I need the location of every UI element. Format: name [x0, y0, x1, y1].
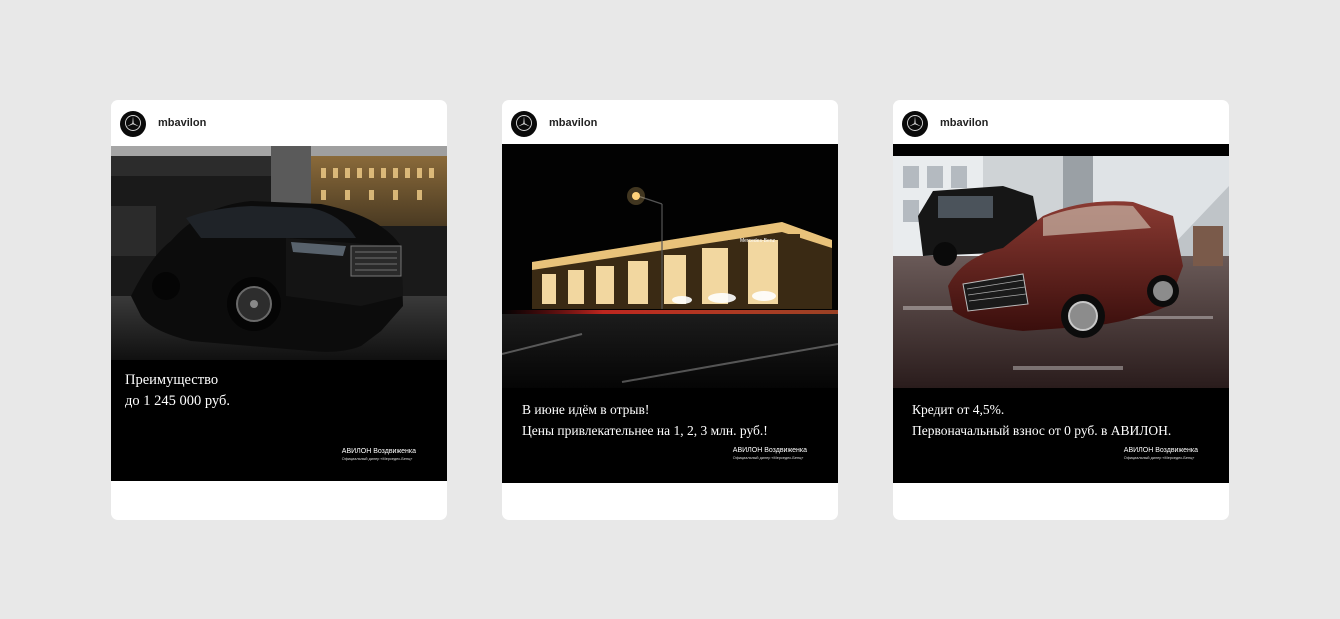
post-headline: В июне идём в отрыв! Цены привлекательне…	[522, 399, 768, 441]
username[interactable]: mbavilon	[940, 117, 988, 129]
mercedes-star-icon	[125, 115, 141, 131]
dealer-signature: АВИЛОН Воздвиженка Официальный дилер «Ме…	[733, 446, 807, 461]
post-headline: Преимущество до 1 245 000 руб.	[125, 370, 230, 412]
dealer-name: АВИЛОН Воздвиженка	[732, 447, 807, 454]
suv-showroom-photo	[111, 146, 447, 360]
dealer-subtitle: Официальный дилер «Мерседес-Бенц»	[341, 457, 413, 461]
username[interactable]: mbavilon	[549, 117, 597, 129]
post-image[interactable]: Кредит от 4,5%. Первоначальный взнос от …	[893, 144, 1229, 483]
instagram-post-card: mbavilon	[893, 100, 1229, 520]
mercedes-star-icon	[516, 115, 532, 131]
mercedes-star-icon	[907, 115, 923, 131]
headline-line: Цены привлекательнее на 1, 2, 3 млн. руб…	[522, 423, 768, 438]
avatar[interactable]	[902, 111, 928, 137]
dealer-name: АВИЛОН Воздвиженка	[341, 448, 416, 455]
dealership-night-photo: Mercedes-Benz	[502, 144, 838, 388]
post-image[interactable]: Mercedes-Benz В июне идём в отрыв! Цены …	[502, 144, 838, 483]
headline-line: Кредит от 4,5%.	[912, 402, 1005, 417]
dealer-subtitle: Официальный дилер «Мерседес-Бенц»	[1123, 456, 1195, 460]
dealer-name: АВИЛОН Воздвиженка	[1123, 447, 1198, 454]
instagram-post-card: mbavilon	[502, 100, 838, 520]
username[interactable]: mbavilon	[158, 117, 206, 129]
avatar[interactable]	[120, 111, 146, 137]
headline-line: В июне идём в отрыв!	[522, 402, 650, 417]
post-header: mbavilon	[893, 100, 1229, 144]
post-header: mbavilon	[111, 100, 447, 144]
post-headline: Кредит от 4,5%. Первоначальный взнос от …	[912, 399, 1171, 441]
instagram-post-card: mbavilon	[111, 100, 447, 520]
post-header: mbavilon	[502, 100, 838, 144]
headline-line: до 1 245 000 руб.	[125, 393, 230, 409]
avatar[interactable]	[511, 111, 537, 137]
dealer-subtitle: Официальный дилер «Мерседес-Бенц»	[732, 456, 804, 460]
dealer-signature: АВИЛОН Воздвиженка Официальный дилер «Ме…	[1124, 446, 1198, 461]
post-image[interactable]: Преимущество до 1 245 000 руб. АВИЛОН Во…	[111, 146, 447, 481]
headline-line: Первоначальный взнос от 0 руб. в АВИЛОН.	[912, 423, 1172, 438]
headline-line: Преимущество	[125, 372, 219, 388]
dealership-sign: Mercedes-Benz	[740, 238, 776, 244]
dealer-signature: АВИЛОН Воздвиженка Официальный дилер «Ме…	[342, 447, 416, 462]
coupe-showroom-photo	[893, 156, 1229, 388]
